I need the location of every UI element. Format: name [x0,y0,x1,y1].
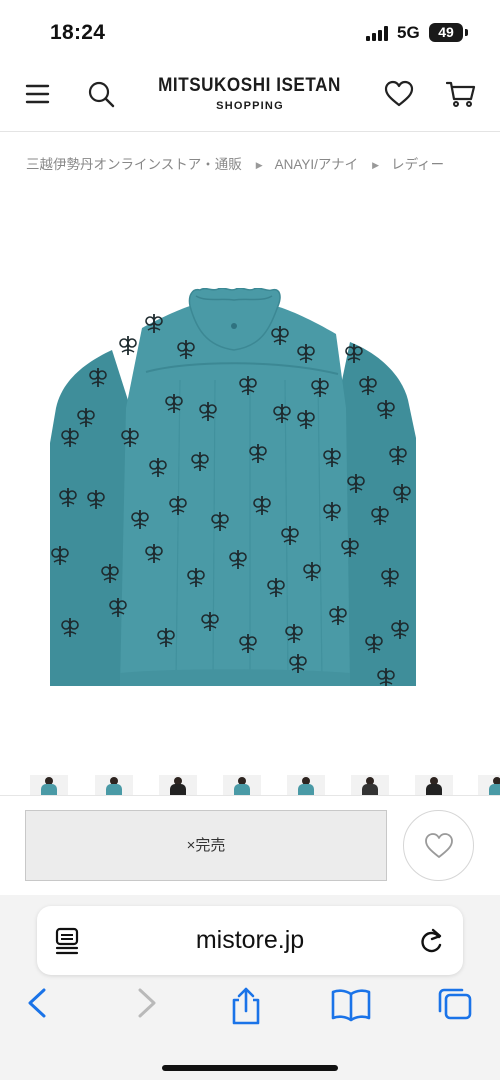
product-image[interactable] [50,287,416,688]
browser-toolbar: mistore.jp [0,895,500,1080]
breadcrumb: 三越伊勢丹オンラインストア・通販 ▶ ANAYI/アナイ ▶ レディー [26,153,500,173]
soldout-button[interactable]: ×完売 [25,810,387,881]
thumbnail[interactable] [478,775,500,795]
signal-icon [366,26,390,41]
thumbnail[interactable] [223,775,261,795]
thumbnail[interactable] [351,775,389,795]
bookmarks-icon[interactable] [330,986,372,1027]
breadcrumb-item-category[interactable]: レディー [391,157,444,172]
thumbnail[interactable] [159,775,197,795]
breadcrumb-separator-icon: ▶ [372,160,380,170]
breadcrumb-separator-icon: ▶ [255,160,263,170]
logo-main-text: MITSUKOSHI ISETAN [158,75,342,96]
address-bar[interactable]: mistore.jp [37,906,463,975]
thumbnail[interactable] [287,775,325,795]
site-header: MITSUKOSHI ISETAN SHOPPING [0,62,500,132]
battery-icon: 49 [429,23,463,42]
thumbnail[interactable] [95,775,133,795]
breadcrumb-item-home[interactable]: 三越伊勢丹オンラインストア・通販 [26,157,242,172]
reload-icon[interactable] [419,927,445,960]
battery-tip [465,29,468,36]
thumbnail-strip[interactable] [0,775,500,795]
share-icon[interactable] [228,986,264,1031]
home-indicator [162,1065,338,1071]
forward-icon[interactable] [132,986,160,1025]
thumbnail[interactable] [30,775,68,795]
logo-sub-text: SHOPPING [216,100,284,112]
thumbnail[interactable] [415,775,453,795]
url-text: mistore.jp [195,926,305,954]
favorite-button[interactable] [403,810,474,881]
status-time: 18:24 [50,21,106,44]
purchase-bar: ×完売 [0,795,500,895]
cart-icon[interactable] [445,79,476,109]
back-icon[interactable] [24,986,52,1025]
tabs-icon[interactable] [436,986,474,1027]
site-logo[interactable]: MITSUKOSHI ISETAN SHOPPING [0,75,500,112]
heart-icon[interactable] [384,79,414,109]
status-bar: 18:24 5G 49 [0,0,500,62]
heart-icon [425,833,453,858]
breadcrumb-item-brand[interactable]: ANAYI/アナイ [275,157,359,172]
network-type: 5G [397,23,420,42]
